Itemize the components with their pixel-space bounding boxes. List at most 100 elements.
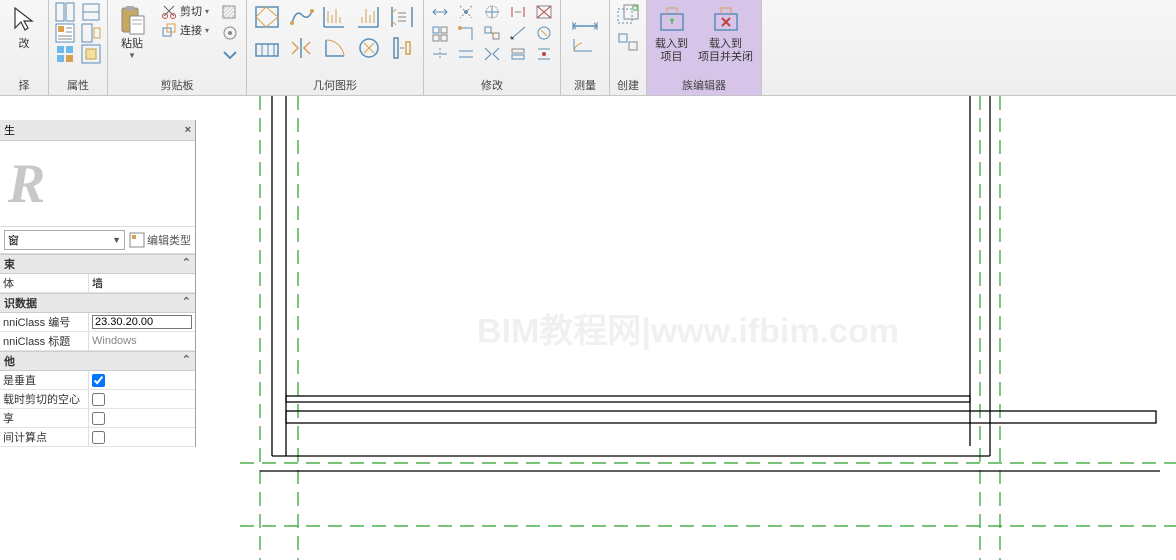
ribbon-btn[interactable] xyxy=(480,2,504,22)
share-checkbox[interactable] xyxy=(92,412,105,425)
ribbon-btn[interactable] xyxy=(454,2,478,22)
group-label-select: 择 xyxy=(4,75,44,95)
drawing-canvas[interactable]: BIM教程网|www.ifbim.com xyxy=(200,96,1176,560)
prop-value-host[interactable]: 墙 xyxy=(88,274,195,292)
collapse-icon: ⌃ xyxy=(182,353,191,369)
ribbon-btn[interactable] xyxy=(454,44,478,64)
cut-button[interactable]: 剪切 ▾ xyxy=(158,2,212,20)
ribbon-btn[interactable] xyxy=(353,33,385,63)
ribbon-btn[interactable] xyxy=(387,33,419,63)
ribbon-btn[interactable] xyxy=(428,44,452,64)
ribbon-btn[interactable] xyxy=(428,2,452,22)
voidcut-checkbox[interactable] xyxy=(92,393,105,406)
properties-panel: 生 × R 窗 ▼ 编辑类型 束 ⌃ 体 墙 识数据 ⌃ nniClass 编号 xyxy=(0,120,196,447)
prop-value-omni-title[interactable]: Windows xyxy=(88,332,195,350)
join-label: 连接 xyxy=(180,22,202,38)
ribbon-btn[interactable] xyxy=(285,2,317,32)
ribbon-group-properties: 属性 xyxy=(49,0,108,95)
roomcalc-checkbox[interactable] xyxy=(92,431,105,444)
ribbon-btn[interactable] xyxy=(506,44,530,64)
dropdown-arrow-icon: ▼ xyxy=(128,51,136,60)
ribbon-btn[interactable] xyxy=(285,33,317,63)
ribbon-btn[interactable] xyxy=(454,23,478,43)
panel-title: 生 xyxy=(4,122,15,138)
join-button[interactable]: 连接 ▾ xyxy=(158,21,212,39)
prop-label: 间计算点 xyxy=(0,428,88,446)
type-selector-dropdown[interactable]: 窗 ▼ xyxy=(4,230,125,250)
ribbon-group-clipboard: 粘贴 ▼ 剪切 ▾ 连接 ▾ 剪贴板 xyxy=(108,0,247,95)
edit-type-button[interactable]: 编辑类型 xyxy=(129,232,191,248)
ribbon-btn[interactable] xyxy=(218,2,242,22)
ribbon-btn[interactable] xyxy=(53,2,77,22)
properties-list: 束 ⌃ 体 墙 识数据 ⌃ nniClass 编号 nniClass 标题 Wi… xyxy=(0,254,195,447)
ribbon-group-select: 改 择 xyxy=(0,0,49,95)
type-selector-value: 窗 xyxy=(8,232,19,248)
collapse-icon: ⌃ xyxy=(182,256,191,272)
join-icon xyxy=(161,22,177,38)
load-close-icon xyxy=(710,4,742,36)
ribbon-btn[interactable] xyxy=(428,23,452,43)
ribbon-btn[interactable] xyxy=(614,2,642,28)
prop-row-roomcalc: 间计算点 xyxy=(0,428,195,447)
ribbon-btn[interactable] xyxy=(319,2,351,32)
prop-row-vertical: 是垂直 xyxy=(0,371,195,390)
group-label-clipboard: 剪贴板 xyxy=(112,75,242,95)
vertical-checkbox[interactable] xyxy=(92,374,105,387)
group-label-measure: 测量 xyxy=(565,75,605,95)
ribbon-btn[interactable] xyxy=(353,2,385,32)
ribbon-btn[interactable] xyxy=(218,23,242,43)
type-selector-row: 窗 ▼ 编辑类型 xyxy=(0,227,195,254)
prop-row-omni-num: nniClass 编号 xyxy=(0,313,195,332)
ribbon-group-create: 创建 xyxy=(610,0,647,95)
ribbon-btn[interactable] xyxy=(532,2,556,22)
prop-label: nniClass 标题 xyxy=(0,332,88,350)
drawing-svg xyxy=(200,96,1176,560)
edit-type-label: 编辑类型 xyxy=(147,232,191,248)
paste-button[interactable]: 粘贴 ▼ xyxy=(112,2,152,62)
ribbon-btn[interactable] xyxy=(53,44,77,64)
ribbon-btn[interactable] xyxy=(506,23,530,43)
ribbon-btn[interactable] xyxy=(506,2,530,22)
section-label: 束 xyxy=(4,256,15,272)
ribbon-btn[interactable] xyxy=(532,23,556,43)
ribbon-btn[interactable] xyxy=(480,44,504,64)
ribbon-btn[interactable] xyxy=(251,33,283,63)
panel-close-button[interactable]: × xyxy=(185,124,191,136)
load-project-button[interactable]: 载入到 项目 xyxy=(651,2,692,66)
omniclass-number-input[interactable] xyxy=(92,315,192,329)
ribbon-btn[interactable] xyxy=(79,2,103,22)
load-close-button[interactable]: 载入到 项目并关闭 xyxy=(694,2,757,66)
measure-button[interactable] xyxy=(565,2,605,58)
ribbon-btn[interactable] xyxy=(218,44,242,64)
prop-label: 体 xyxy=(0,274,88,292)
prop-row-omni-title: nniClass 标题 Windows xyxy=(0,332,195,351)
load-icon xyxy=(656,4,688,36)
group-label-properties: 属性 xyxy=(53,75,103,95)
collapse-icon: ⌃ xyxy=(182,295,191,311)
group-label-geometry: 几何图形 xyxy=(251,75,419,95)
chevron-down-icon: ▼ xyxy=(112,235,121,245)
ribbon-btn[interactable] xyxy=(79,44,103,64)
section-label: 他 xyxy=(4,353,15,369)
ribbon-group-geometry: 几何图形 xyxy=(247,0,424,95)
properties-button[interactable] xyxy=(53,23,77,43)
prop-label: 享 xyxy=(0,409,88,427)
load-project-label: 载入到 项目 xyxy=(655,38,688,64)
ribbon-btn[interactable] xyxy=(532,44,556,64)
section-identity[interactable]: 识数据 ⌃ xyxy=(0,293,195,313)
section-constraints[interactable]: 束 ⌃ xyxy=(0,254,195,274)
paste-label: 粘贴 xyxy=(121,38,143,51)
load-close-label: 载入到 项目并关闭 xyxy=(698,38,753,64)
ribbon-btn[interactable] xyxy=(480,23,504,43)
modify-button[interactable]: 改 xyxy=(4,2,44,53)
modify-label: 改 xyxy=(19,38,30,51)
ribbon-btn[interactable] xyxy=(79,23,103,43)
dimension-icon xyxy=(569,4,601,36)
ribbon-btn[interactable] xyxy=(614,29,642,55)
ribbon-btn[interactable] xyxy=(319,33,351,63)
ribbon-btn[interactable] xyxy=(251,2,283,32)
panel-title-bar: 生 × xyxy=(0,120,195,141)
section-other[interactable]: 他 ⌃ xyxy=(0,351,195,371)
prop-text: Windows xyxy=(92,335,137,347)
ribbon-btn[interactable] xyxy=(387,2,419,32)
